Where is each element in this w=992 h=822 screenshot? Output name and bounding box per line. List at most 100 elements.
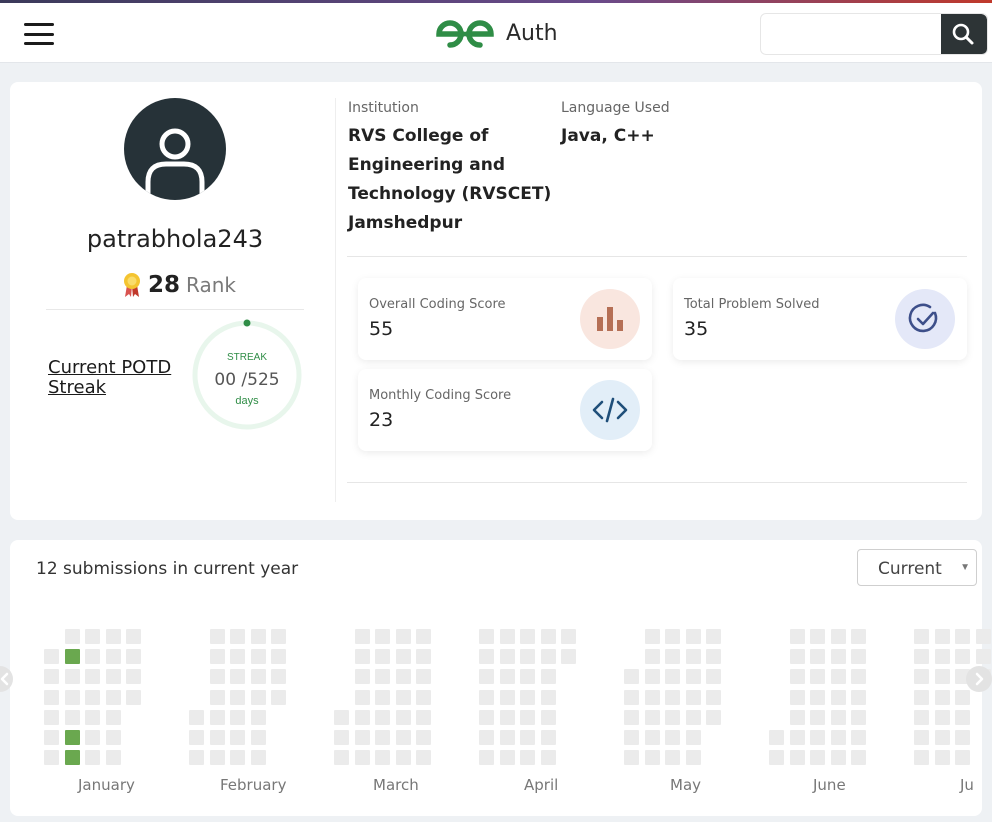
heatmap-cell — [479, 689, 494, 705]
heatmap-cell — [830, 709, 846, 725]
heatmap-cell — [644, 629, 660, 644]
monthly-score-card: Monthly Coding Score 23 — [358, 369, 652, 451]
heatmap-cell — [520, 750, 535, 766]
heatmap-cell — [975, 649, 991, 665]
heatmap-cell — [685, 669, 701, 685]
prev-months-button[interactable] — [0, 666, 13, 692]
chevron-down-icon: ▼ — [960, 562, 970, 573]
heatmap-cell — [64, 750, 80, 766]
institution-name: RVS College of Engineering and Technolog… — [348, 126, 552, 233]
year-dropdown[interactable]: Current ▼ — [857, 549, 977, 586]
heatmap-cell — [520, 649, 535, 665]
search-button[interactable] — [941, 14, 987, 54]
heatmap-cell — [644, 730, 660, 745]
heatmap-cell — [44, 709, 59, 725]
heatmap-cell — [540, 689, 556, 705]
heatmap-cell — [209, 750, 225, 766]
heatmap-cell — [934, 709, 950, 725]
search-input[interactable] — [761, 14, 943, 54]
chevron-right-icon — [975, 672, 984, 686]
heatmap-cell — [230, 730, 245, 745]
heatmap-cell — [685, 750, 701, 766]
heatmap-cell — [105, 629, 121, 644]
heatmap-cell — [416, 730, 431, 745]
heatmap-cell — [830, 669, 846, 685]
heatmap-cell — [830, 730, 846, 745]
heatmap-cell — [395, 649, 411, 665]
heatmap-cell — [624, 689, 639, 705]
next-months-button[interactable] — [966, 666, 992, 692]
heatmap-cell — [706, 629, 721, 644]
heatmap-cell — [624, 709, 639, 725]
user-avatar-icon — [124, 98, 226, 200]
heatmap-cell — [230, 709, 245, 725]
heatmap-cell — [685, 649, 701, 665]
menu-button[interactable] — [24, 23, 54, 45]
medal-icon — [124, 273, 140, 297]
vertical-divider — [335, 98, 336, 502]
heatmap-cell — [665, 730, 680, 745]
heatmap-cell — [499, 750, 515, 766]
heatmap-cell — [250, 649, 266, 665]
heatmap-cell — [665, 750, 680, 766]
heatmap-cell — [85, 669, 100, 685]
heatmap-cell — [624, 669, 639, 685]
heatmap-cell — [914, 750, 929, 766]
heatmap-cell — [955, 709, 970, 725]
heatmap-cell — [644, 649, 660, 665]
heatmap-cell — [810, 709, 825, 725]
heatmap-cell — [416, 629, 431, 644]
heatmap-cell — [561, 629, 576, 644]
heatmap-cell — [375, 669, 390, 685]
monthly-score-value: 23 — [369, 409, 394, 431]
heatmap-cell — [934, 750, 950, 766]
heatmap-cell — [914, 669, 929, 685]
potd-streak-link[interactable]: Current POTD Streak — [48, 358, 183, 398]
heatmap-cell — [44, 730, 59, 745]
search-box — [760, 13, 988, 55]
heatmap-cell — [934, 730, 950, 745]
heatmap-cell — [85, 709, 100, 725]
month-label-april: April — [524, 776, 559, 794]
heatmap-cell — [271, 649, 286, 665]
heatmap-cell — [706, 649, 721, 665]
heatmap-cell — [934, 689, 950, 705]
heatmap-cell — [955, 750, 970, 766]
heatmap-cell — [830, 649, 846, 665]
heatmap-cell — [540, 649, 556, 665]
month-label-july: Ju — [960, 776, 974, 794]
submissions-summary: 12 submissions in current year — [36, 559, 299, 579]
problems-solved-card: Total Problem Solved 35 — [673, 278, 967, 360]
heatmap-cell — [395, 709, 411, 725]
heatmap-cell — [395, 669, 411, 685]
heatmap-cell — [665, 709, 680, 725]
heatmap-cell — [479, 709, 494, 725]
heatmap-cell — [209, 629, 225, 644]
heatmap-cell — [209, 730, 225, 745]
heatmap-cell — [665, 689, 680, 705]
heatmap-cell — [851, 730, 866, 745]
heatmap-cell — [416, 669, 431, 685]
brand-name: Auth — [506, 21, 558, 46]
heatmap-cell — [955, 730, 970, 745]
heatmap-cell — [230, 629, 245, 644]
heatmap-cell — [499, 629, 515, 644]
heatmap-cell — [499, 689, 515, 705]
top-navbar: Auth — [0, 3, 992, 63]
heatmap-cell — [230, 649, 245, 665]
heatmap-cell — [105, 649, 121, 665]
heatmap-cell — [334, 709, 349, 725]
heatmap-cell — [44, 689, 59, 705]
rank-row: 28 Rank — [122, 270, 236, 300]
heatmap-cell — [789, 689, 805, 705]
heatmap-cell — [209, 669, 225, 685]
heatmap-cell — [250, 750, 266, 766]
gfg-logo-icon — [436, 20, 494, 48]
heatmap-cell — [126, 649, 141, 665]
heatmap-cell — [644, 689, 660, 705]
heatmap-cell — [644, 669, 660, 685]
heatmap-cell — [955, 649, 970, 665]
heatmap-cell — [126, 669, 141, 685]
overall-score-card: Overall Coding Score 55 — [358, 278, 652, 360]
heatmap-cell — [105, 689, 121, 705]
